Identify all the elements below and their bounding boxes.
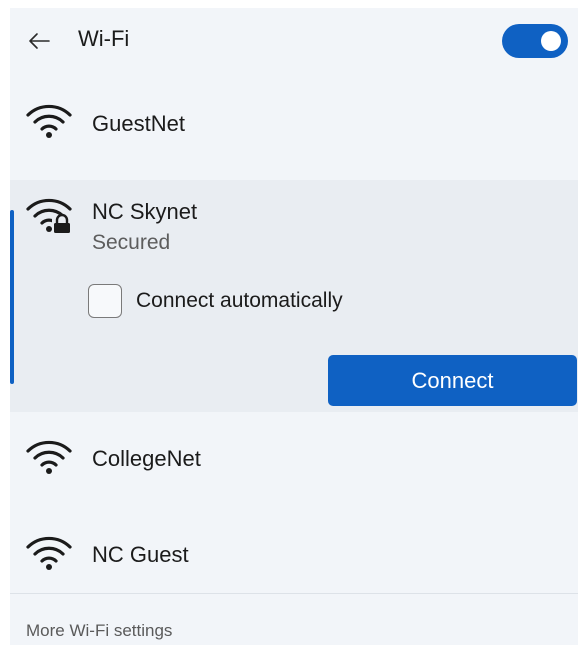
connect-automatically-label: Connect automatically xyxy=(136,289,343,312)
wifi-panel: Wi-Fi GuestNet NC Skynet Secured Connect… xyxy=(10,8,578,645)
arrow-left-icon xyxy=(29,33,50,49)
wifi-signal-icon xyxy=(26,536,72,570)
connect-automatically-checkbox[interactable] xyxy=(88,284,122,318)
page-title: Wi-Fi xyxy=(78,26,130,51)
network-item-guestnet[interactable]: GuestNet xyxy=(10,90,578,154)
back-button[interactable] xyxy=(24,28,54,54)
network-name: CollegeNet xyxy=(92,446,201,471)
toggle-knob xyxy=(541,31,561,51)
wifi-signal-icon xyxy=(26,440,72,474)
network-item-nc-guest[interactable]: NC Guest xyxy=(10,522,578,586)
network-item-collegenet[interactable]: CollegeNet xyxy=(10,428,578,492)
connect-button[interactable]: Connect xyxy=(328,355,577,406)
network-status: Secured xyxy=(92,231,171,254)
network-name: GuestNet xyxy=(92,111,185,136)
more-wifi-settings-link[interactable]: More Wi-Fi settings xyxy=(26,621,172,641)
connect-automatically-option[interactable]: Connect automatically xyxy=(88,284,343,318)
wifi-header: Wi-Fi xyxy=(10,8,578,74)
network-name: NC Skynet xyxy=(92,199,198,224)
network-name: NC Guest xyxy=(92,542,189,567)
selection-indicator xyxy=(10,210,14,384)
network-item-nc-skynet[interactable]: NC Skynet Secured Connect automatically … xyxy=(10,180,578,412)
wifi-secured-icon xyxy=(26,198,72,234)
wifi-toggle[interactable] xyxy=(502,24,568,58)
footer-divider xyxy=(10,593,578,594)
wifi-signal-icon xyxy=(26,104,72,138)
